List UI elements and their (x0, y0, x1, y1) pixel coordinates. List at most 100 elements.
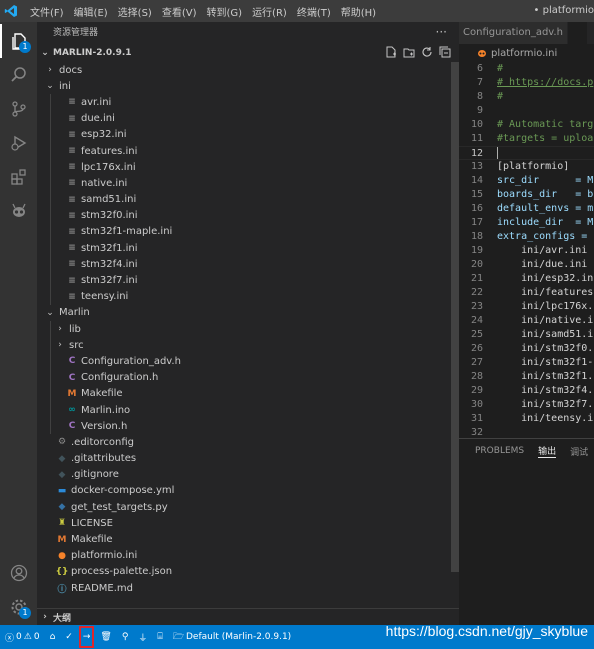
collapse-all-icon[interactable] (439, 46, 451, 58)
menu-item[interactable]: 终端(T) (292, 4, 336, 19)
tree-file[interactable]: ≡ avr.ini (37, 94, 451, 111)
tree-file[interactable]: C Version.h (37, 418, 451, 435)
pio-test-button[interactable]: ⚲ (117, 625, 134, 649)
tree-file[interactable]: ≡ stm32f0.ini (37, 207, 451, 224)
refresh-icon[interactable] (421, 46, 433, 58)
outline-label: 大纲 (53, 613, 72, 624)
menu-item[interactable]: 帮助(H) (336, 4, 381, 19)
pio-home-button[interactable]: ⌂ (45, 625, 61, 649)
menu-item[interactable]: 编辑(E) (69, 4, 113, 19)
line-text-content: ini/features (497, 287, 594, 298)
tree-file[interactable]: C Configuration.h (37, 369, 451, 386)
menu-item[interactable]: 文件(F) (22, 4, 69, 19)
tree-file[interactable]: ⓘ README.md (37, 580, 451, 596)
tree-file[interactable]: C Configuration_adv.h (37, 353, 451, 370)
tree-item-label: stm32f7.ini (81, 275, 138, 287)
menu-item[interactable]: 查看(V) (157, 4, 202, 19)
tree-folder[interactable]: › src (37, 337, 451, 354)
tree-file[interactable]: ● platformio.ini (37, 548, 451, 564)
pio-upload-button[interactable]: → (78, 625, 96, 649)
menu-item[interactable]: 运行(R) (247, 4, 292, 19)
tree-file[interactable]: M Makefile (37, 385, 451, 402)
tree-folder[interactable]: ⌄ Marlin (37, 305, 451, 321)
accounts-activity[interactable] (0, 556, 37, 590)
tree-file[interactable]: ≡ stm32f1.ini (37, 240, 451, 257)
indent-guide (50, 369, 51, 386)
panel-tab[interactable]: 调试 (570, 445, 588, 458)
indent-guide (50, 223, 51, 241)
tree-folder[interactable]: › lib (37, 321, 451, 338)
code-line: 8 # (459, 90, 594, 104)
extensions-icon (10, 169, 26, 185)
tree-file[interactable]: ≡ stm32f1-maple.ini (37, 223, 451, 241)
chevron-right-icon: › (48, 65, 52, 76)
tree-file[interactable]: ≡ teensy.ini (37, 288, 451, 305)
more-actions-button[interactable]: ··· (436, 22, 447, 44)
tree-file[interactable]: ≡ stm32f7.ini (37, 272, 451, 289)
tree-file[interactable]: ◆ .gitattributes (37, 451, 451, 467)
menu-item[interactable]: 转到(G) (202, 4, 248, 19)
code-line: 26 ini/stm32f0. (459, 342, 594, 356)
tree-file[interactable]: ≡ samd51.ini (37, 191, 451, 208)
tree-file[interactable]: M Makefile (37, 531, 451, 547)
c-header-icon: C (68, 356, 76, 367)
tree-file[interactable]: ♜ LICENSE (37, 515, 451, 531)
run-debug-activity[interactable] (0, 126, 37, 160)
editor-tab[interactable]: Configuration_adv.h (459, 22, 568, 44)
panel-tab[interactable]: PROBLEMS (475, 446, 524, 456)
platformio-activity[interactable] (0, 194, 37, 228)
code-editor[interactable]: 6 #7 # https://docs.p 8 #9 10 # Automatic targ… (459, 62, 594, 440)
pio-build-button[interactable]: ✓ (60, 625, 78, 649)
new-file-icon[interactable] (385, 46, 397, 58)
tree-file[interactable]: ≡ native.ini (37, 175, 451, 192)
pio-serial-monitor-button[interactable]: ⏚ (133, 625, 152, 649)
ini-file-icon: ≡ (68, 275, 76, 286)
indent-guide (50, 175, 51, 192)
problems-status[interactable]: ⓧ 0 ⚠ 0 (0, 625, 45, 649)
line-text-content: #targets = uploa (497, 133, 594, 144)
manage-activity[interactable]: 1 (0, 590, 37, 624)
ini-file-icon: ≡ (68, 226, 76, 237)
tree-file[interactable]: ⚙ .editorconfig (37, 434, 451, 450)
ini-file-icon: ≡ (68, 129, 76, 140)
search-activity[interactable] (0, 58, 37, 92)
line-text: # (483, 62, 503, 76)
pio-terminal-button[interactable]: ⌸ (152, 625, 167, 649)
tree-file[interactable]: ≡ esp32.ini (37, 126, 451, 143)
new-folder-icon[interactable] (403, 46, 415, 58)
tree-file[interactable]: {} process-palette.json (37, 564, 451, 580)
tree-file[interactable]: ≡ stm32f4.ini (37, 256, 451, 273)
line-text-content: ini/stm32f7. (497, 399, 594, 410)
tree-file[interactable]: ∞ Marlin.ino (37, 401, 451, 419)
extensions-activity[interactable] (0, 160, 37, 194)
tree-folder[interactable]: › docs (37, 62, 451, 78)
line-text-content: default_envs = m (497, 203, 594, 214)
sidebar-scrollbar[interactable] (451, 62, 459, 572)
folder-icon: 🗁 (172, 632, 184, 642)
explorer-activity[interactable]: 1 (0, 24, 37, 58)
tree-file[interactable]: ◆ get_test_targets.py (37, 499, 451, 515)
tree-item-label: stm32f1-maple.ini (81, 226, 173, 238)
line-text-content: # https://docs.p (497, 77, 594, 88)
line-text-content: ini/stm32f1- (497, 357, 594, 368)
tree-file[interactable]: ≡ lpc176x.ini (37, 159, 451, 176)
code-line: 29 ini/stm32f4. (459, 384, 594, 398)
line-text-content: [platformio] (497, 161, 570, 172)
tree-file[interactable]: ◆ .gitignore (37, 467, 451, 483)
editor-tab[interactable] (567, 22, 588, 44)
source-control-activity[interactable] (0, 92, 37, 126)
tree-file[interactable]: ≡ due.ini (37, 110, 451, 127)
tree-folder[interactable]: ⌄ ini (37, 78, 451, 94)
pio-clean-button[interactable]: 🗑 (95, 625, 116, 649)
account-icon (10, 564, 27, 582)
tree-item-label: avr.ini (81, 96, 112, 108)
panel-tab[interactable]: 输出 (538, 444, 557, 458)
tree-file[interactable]: ▬ docker-compose.yml (37, 483, 451, 499)
menu-item[interactable]: 选择(S) (113, 4, 157, 19)
tree-file[interactable]: ≡ features.ini (37, 142, 451, 160)
pio-env-switcher[interactable]: 🗁 Default (Marlin-2.0.9.1) (168, 625, 296, 649)
breadcrumb[interactable]: platformio.ini (459, 44, 594, 62)
line-text: extra_configs = (483, 230, 587, 244)
line-text-content: # (497, 91, 504, 102)
line-number: 22 (470, 287, 483, 298)
